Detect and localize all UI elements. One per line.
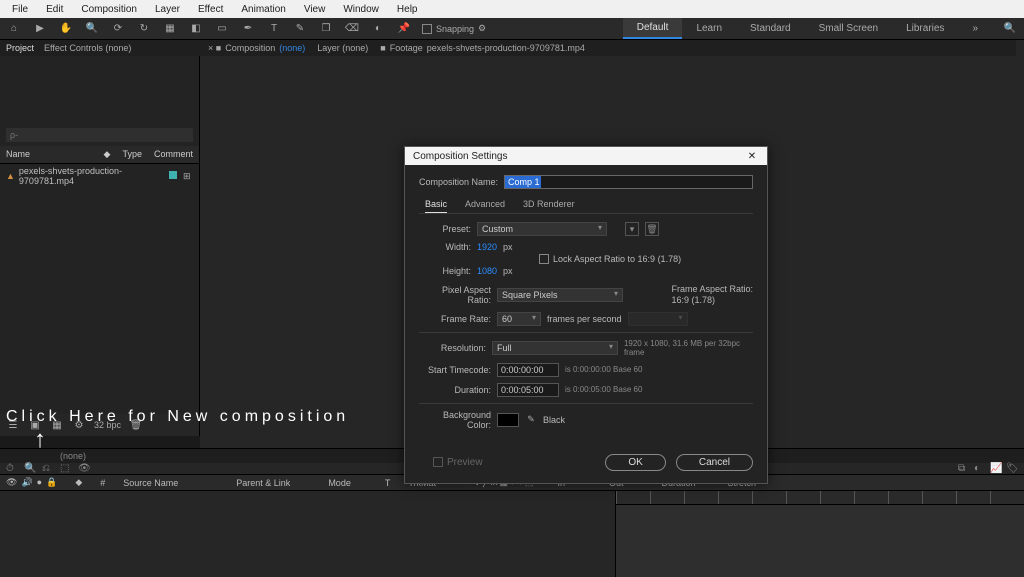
preset-label: Preset: bbox=[419, 224, 471, 234]
dropframe-select bbox=[628, 312, 688, 326]
tab-basic[interactable]: Basic bbox=[425, 199, 447, 213]
dialog-close-button[interactable]: ✕ bbox=[745, 149, 759, 163]
duration-label: Duration: bbox=[419, 385, 491, 395]
fps-unit: frames per second bbox=[547, 314, 622, 324]
par-select[interactable]: Square Pixels bbox=[497, 288, 623, 302]
duration-input[interactable] bbox=[497, 383, 559, 397]
bg-color-name: Black bbox=[543, 415, 565, 425]
start-tc-input[interactable] bbox=[497, 363, 559, 377]
res-select[interactable]: Full bbox=[492, 341, 618, 355]
bg-color-label: Background Color: bbox=[419, 410, 491, 430]
delete-preset-icon[interactable]: 🗑 bbox=[645, 222, 659, 236]
ok-button[interactable]: OK bbox=[605, 454, 665, 471]
preview-label: Preview bbox=[447, 457, 483, 468]
res-note: 1920 x 1080, 31.6 MB per 32bpc frame bbox=[624, 339, 753, 357]
cancel-button[interactable]: Cancel bbox=[676, 454, 753, 471]
tab-3d-renderer[interactable]: 3D Renderer bbox=[523, 199, 575, 213]
height-value[interactable]: 1080 bbox=[477, 266, 497, 276]
save-preset-icon[interactable]: ▾ bbox=[625, 222, 639, 236]
settings-tabs: Basic Advanced 3D Renderer bbox=[419, 199, 753, 214]
height-label: Height: bbox=[419, 266, 471, 276]
preview-checkbox bbox=[433, 457, 443, 467]
comp-name-input[interactable] bbox=[504, 175, 753, 189]
tab-advanced[interactable]: Advanced bbox=[465, 199, 505, 213]
dialog-title: Composition Settings bbox=[413, 151, 508, 162]
dialog-backdrop: Composition Settings ✕ Composition Name:… bbox=[0, 0, 1024, 576]
frame-aspect-value: 16:9 (1.78) bbox=[671, 295, 715, 305]
width-label: Width: bbox=[419, 242, 471, 252]
start-tc-note: is 0:00:00:00 Base 60 bbox=[565, 365, 642, 374]
comp-name-label: Composition Name: bbox=[419, 177, 498, 187]
bg-color-swatch[interactable] bbox=[497, 413, 519, 427]
px-unit-2: px bbox=[503, 266, 513, 276]
preset-select[interactable]: Custom bbox=[477, 222, 607, 236]
res-label: Resolution: bbox=[419, 343, 486, 353]
px-unit: px bbox=[503, 242, 513, 252]
fps-label: Frame Rate: bbox=[419, 314, 491, 324]
frame-aspect-label: Frame Aspect Ratio: bbox=[671, 284, 753, 294]
fps-select[interactable]: 60 bbox=[497, 312, 541, 326]
duration-note: is 0:00:05:00 Base 60 bbox=[565, 385, 642, 394]
eyedropper-icon[interactable]: ✎ bbox=[525, 414, 537, 426]
start-tc-label: Start Timecode: bbox=[419, 365, 491, 375]
lock-aspect-label: Lock Aspect Ratio to 16:9 (1.78) bbox=[553, 254, 681, 264]
par-label: Pixel Aspect Ratio: bbox=[419, 285, 491, 305]
composition-settings-dialog: Composition Settings ✕ Composition Name:… bbox=[404, 146, 768, 484]
lock-aspect-checkbox[interactable] bbox=[539, 254, 549, 264]
dialog-title-bar[interactable]: Composition Settings ✕ bbox=[405, 147, 767, 165]
width-value[interactable]: 1920 bbox=[477, 242, 497, 252]
